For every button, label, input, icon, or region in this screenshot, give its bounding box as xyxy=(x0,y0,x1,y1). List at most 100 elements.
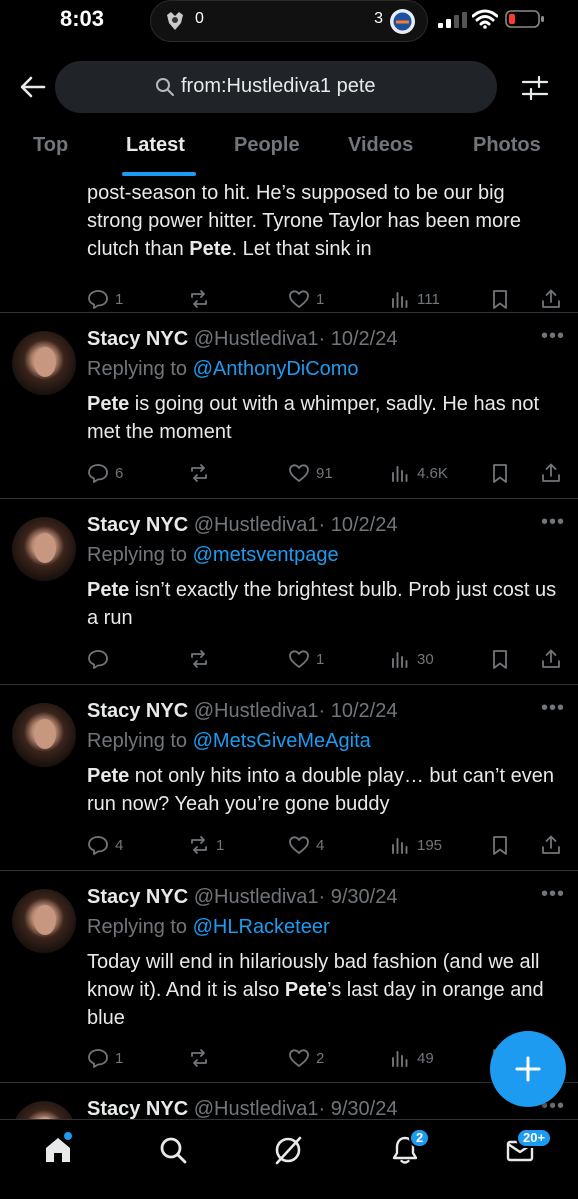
avatar[interactable] xyxy=(12,1101,76,1119)
like-button[interactable]: 91 xyxy=(288,458,333,488)
nav-home[interactable] xyxy=(42,1132,74,1166)
tweet[interactable]: Stacy NYC @Hustlediva1· 10/2/24 ••• Repl… xyxy=(0,684,578,870)
bookmark-button[interactable] xyxy=(489,644,511,674)
tweet-header: Stacy NYC @Hustlediva1· 9/30/24 xyxy=(87,1098,397,1119)
back-arrow-icon[interactable] xyxy=(18,72,48,102)
avatar[interactable] xyxy=(12,517,76,581)
search-input[interactable]: from:Hustlediva1 pete xyxy=(55,61,497,113)
avatar[interactable] xyxy=(12,703,76,767)
more-options-icon[interactable]: ••• xyxy=(541,511,565,534)
like-button[interactable]: 4 xyxy=(288,830,324,860)
share-button[interactable] xyxy=(540,830,562,860)
more-options-icon[interactable]: ••• xyxy=(541,697,565,720)
battery-low-icon xyxy=(505,10,544,28)
mention-link[interactable]: @metsventpage xyxy=(193,544,339,566)
share-button[interactable] xyxy=(540,644,562,674)
repost-button[interactable]: 1 xyxy=(188,830,224,860)
wifi-icon xyxy=(472,9,498,29)
share-button[interactable] xyxy=(540,284,562,314)
more-options-icon[interactable]: ••• xyxy=(541,325,565,348)
live-score-right: 3 xyxy=(374,10,383,27)
tweet[interactable]: Stacy NYC @Hustlediva1· 9/30/24 ••• xyxy=(0,1082,578,1119)
like-count: 91 xyxy=(316,464,333,482)
share-button[interactable] xyxy=(540,458,562,488)
mention-link[interactable]: @MetsGiveMeAgita xyxy=(193,730,371,752)
like-button[interactable]: 1 xyxy=(288,284,324,314)
views-button[interactable]: 30 xyxy=(389,644,434,674)
search-icon xyxy=(160,1137,187,1164)
nav-messages[interactable]: 20+ xyxy=(504,1128,553,1166)
bookmark-button[interactable] xyxy=(489,284,511,314)
reply-button[interactable] xyxy=(87,644,115,674)
tab-people[interactable]: People xyxy=(234,134,300,157)
bookmark-icon xyxy=(493,650,507,669)
reply-button[interactable]: 1 xyxy=(87,1043,123,1073)
compose-post-button[interactable] xyxy=(490,1031,566,1107)
bookmark-button[interactable] xyxy=(489,458,511,488)
bookmark-button[interactable] xyxy=(489,830,511,860)
tweet[interactable]: Stacy NYC @Hustlediva1· 9/30/24 ••• Repl… xyxy=(0,870,578,1082)
tweet-text: Pete not only hits into a double play… b… xyxy=(87,765,554,815)
repost-button[interactable] xyxy=(188,458,216,488)
like-count: 1 xyxy=(316,290,325,308)
share-icon xyxy=(542,289,560,308)
author-handle: @Hustlediva1 xyxy=(193,700,319,722)
bookmark-icon xyxy=(493,464,507,483)
live-score-left: 0 xyxy=(195,10,204,27)
views-button[interactable]: 49 xyxy=(389,1043,434,1073)
heart-icon xyxy=(289,464,309,482)
avatar[interactable] xyxy=(12,889,76,953)
tweet[interactable]: Stacy NYC @Hustlediva1· 10/2/24 ••• Repl… xyxy=(0,312,578,498)
like-button[interactable]: 1 xyxy=(288,644,324,674)
avatar[interactable] xyxy=(12,331,76,395)
tweet-text: Pete is going out with a whimper, sadly.… xyxy=(87,393,540,443)
author-name[interactable]: Stacy NYC xyxy=(87,1098,188,1119)
reply-button[interactable]: 6 xyxy=(87,458,123,488)
repost-button[interactable] xyxy=(188,1043,216,1073)
views-button[interactable]: 111 xyxy=(389,284,440,314)
author-name[interactable]: Stacy NYC xyxy=(87,328,188,350)
search-filters-icon[interactable] xyxy=(520,73,550,103)
tab-videos[interactable]: Videos xyxy=(348,134,413,157)
author-name[interactable]: Stacy NYC xyxy=(87,700,188,722)
more-options-icon[interactable]: ••• xyxy=(541,883,565,906)
like-button[interactable]: 2 xyxy=(288,1043,324,1073)
nav-notifications[interactable]: 2 xyxy=(389,1128,431,1166)
mention-link[interactable]: @HLRacketeer xyxy=(193,916,330,938)
mention-link[interactable]: @AnthonyDiComo xyxy=(193,358,359,380)
tweet-header: Stacy NYC @Hustlediva1· 9/30/24 xyxy=(87,886,397,909)
tweet-actions: 4 1 4 195 xyxy=(0,830,578,860)
nav-grok[interactable] xyxy=(272,1134,304,1166)
repost-icon xyxy=(191,836,207,854)
views-icon xyxy=(392,838,408,854)
replying-to: Replying to @AnthonyDiComo xyxy=(87,358,359,380)
author-name[interactable]: Stacy NYC xyxy=(87,886,188,908)
repost-button[interactable] xyxy=(188,644,216,674)
views-icon xyxy=(392,466,408,482)
reply-button[interactable]: 1 xyxy=(87,284,123,314)
team-logo-icon xyxy=(167,12,183,30)
tweet[interactable]: Stacy NYC @Hustlediva1· 10/2/24 ••• Repl… xyxy=(0,498,578,684)
tab-top[interactable]: Top xyxy=(33,134,68,157)
views-icon xyxy=(392,652,408,668)
tweet-text: post-season to hit. He’s supposed to be … xyxy=(87,182,521,260)
reply-icon xyxy=(88,290,108,309)
author-name[interactable]: Stacy NYC xyxy=(87,514,188,536)
reply-count: 4 xyxy=(115,836,124,854)
nav-explore[interactable] xyxy=(157,1134,189,1166)
reply-button[interactable]: 4 xyxy=(87,830,123,860)
search-results-feed: post-season to hit. He’s supposed to be … xyxy=(0,176,578,1119)
views-button[interactable]: 195 xyxy=(389,830,442,860)
views-button[interactable]: 4.6K xyxy=(389,458,448,488)
share-icon xyxy=(542,649,560,668)
repost-button[interactable] xyxy=(188,284,216,314)
tweet[interactable]: post-season to hit. He’s supposed to be … xyxy=(0,176,578,312)
tweet-text: Today will end in hilariously bad fashio… xyxy=(87,951,544,1029)
tab-photos[interactable]: Photos xyxy=(473,134,541,157)
like-count: 2 xyxy=(316,1049,325,1067)
tab-latest[interactable]: Latest xyxy=(126,134,185,157)
tweet-header: Stacy NYC @Hustlediva1· 10/2/24 xyxy=(87,328,397,351)
view-count: 4.6K xyxy=(417,464,448,482)
view-count: 195 xyxy=(417,836,443,854)
grok-icon xyxy=(275,1136,302,1165)
